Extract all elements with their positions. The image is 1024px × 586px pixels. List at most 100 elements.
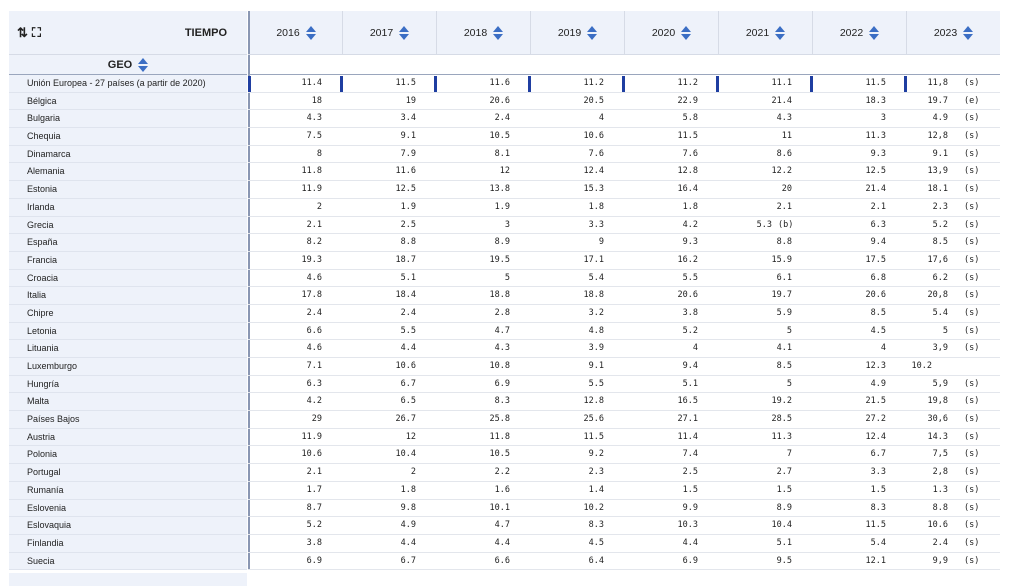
table-cell[interactable]: 17.1 <box>530 252 624 269</box>
table-cell[interactable]: 1.5 <box>624 482 718 499</box>
table-cell[interactable]: 10.2 <box>530 500 624 517</box>
table-cell[interactable]: 9.9 <box>624 500 718 517</box>
year-sort-icon[interactable] <box>493 25 504 40</box>
table-cell[interactable]: 4.7 <box>436 517 530 534</box>
table-cell[interactable]: 10.5 <box>436 446 530 463</box>
year-header-2016[interactable]: 2016 <box>248 11 342 54</box>
geo-row-label[interactable]: Unión Europea - 27 países (a partir de 2… <box>9 75 247 93</box>
table-cell[interactable]: 8.2 <box>248 234 342 251</box>
table-cell[interactable]: 2.2 <box>436 464 530 481</box>
table-cell[interactable]: 8.5 <box>812 305 906 322</box>
table-cell[interactable]: 12.8 <box>530 393 624 410</box>
table-cell[interactable]: 11.1 <box>716 75 812 92</box>
table-cell[interactable]: 9.1 (s) <box>906 146 1000 163</box>
table-cell[interactable]: 4.3 <box>436 340 530 357</box>
table-cell[interactable]: 11.5 <box>810 75 906 92</box>
geo-row-label[interactable]: Francia <box>9 252 247 270</box>
table-cell[interactable]: 9.2 <box>530 446 624 463</box>
geo-row-label[interactable]: Bélgica <box>9 93 247 111</box>
table-cell[interactable]: 9.3 <box>812 146 906 163</box>
table-cell[interactable]: 18.7 <box>342 252 436 269</box>
table-cell[interactable]: 5.5 <box>624 270 718 287</box>
table-cell[interactable]: 1.9 <box>436 199 530 216</box>
table-cell[interactable]: 7.4 <box>624 446 718 463</box>
table-cell[interactable]: 2 <box>342 464 436 481</box>
table-cell[interactable]: 9.5 <box>718 553 812 570</box>
table-cell[interactable]: 6.7 <box>342 376 436 393</box>
table-cell[interactable]: 10.8 <box>436 358 530 375</box>
year-header-2017[interactable]: 2017 <box>342 11 436 54</box>
table-cell[interactable]: 17.5 <box>812 252 906 269</box>
table-cell[interactable]: 6.3 <box>248 375 342 393</box>
table-cell[interactable]: 14.3 (s) <box>906 429 1000 446</box>
sort-arrows-icon[interactable]: ⇅ <box>17 25 28 41</box>
geo-row-label[interactable]: Chequia <box>9 128 247 146</box>
year-header-2020[interactable]: 2020 <box>624 11 718 54</box>
table-cell[interactable]: 16.5 <box>624 393 718 410</box>
table-cell[interactable]: 20.5 <box>530 93 624 110</box>
table-cell[interactable]: 10.6 <box>342 358 436 375</box>
table-cell[interactable]: 4.5 <box>812 323 906 340</box>
table-cell[interactable]: 2.4 <box>342 305 436 322</box>
table-cell[interactable]: 9.4 <box>812 234 906 251</box>
table-cell[interactable]: 6.9 <box>624 553 718 570</box>
year-sort-icon[interactable] <box>399 25 410 40</box>
geo-sort-icon[interactable] <box>138 57 149 72</box>
table-cell[interactable]: 20.6 <box>436 93 530 110</box>
year-header-2022[interactable]: 2022 <box>812 11 906 54</box>
table-cell[interactable]: 6.7 <box>342 553 436 570</box>
table-cell[interactable]: 8.6 <box>718 146 812 163</box>
table-cell[interactable]: 5.9 <box>718 305 812 322</box>
table-cell[interactable]: 1.3 (s) <box>906 482 1000 499</box>
table-cell[interactable]: 12,8 (s) <box>906 128 1000 145</box>
table-cell[interactable]: 4.3 <box>248 110 342 128</box>
table-cell[interactable]: 4 <box>624 340 718 357</box>
table-cell[interactable]: 15.9 <box>718 252 812 269</box>
geo-row-label[interactable]: España <box>9 234 247 252</box>
table-cell[interactable]: 1.5 <box>812 482 906 499</box>
table-cell[interactable]: 3.4 <box>342 110 436 127</box>
table-cell[interactable]: 18.3 <box>812 93 906 110</box>
table-cell[interactable]: 5.5 <box>342 323 436 340</box>
table-cell[interactable]: 13,9 (s) <box>906 163 1000 180</box>
table-cell[interactable]: 8.3 <box>436 393 530 410</box>
table-cell[interactable]: 10.6 <box>248 446 342 464</box>
table-cell[interactable]: 19,8 (s) <box>906 393 1000 410</box>
geo-row-label[interactable]: Suecia <box>9 553 247 571</box>
table-cell[interactable]: 8.3 <box>812 500 906 517</box>
table-cell[interactable]: 10.6 <box>530 128 624 145</box>
expand-icon[interactable]: ⛶ <box>32 25 41 41</box>
table-cell[interactable]: 5.1 <box>718 535 812 552</box>
table-cell[interactable]: 1.5 <box>718 482 812 499</box>
table-cell[interactable]: 21.4 <box>812 181 906 198</box>
table-cell[interactable]: 11.2 <box>528 75 624 92</box>
table-cell[interactable]: 8.3 <box>530 517 624 534</box>
geo-row-label[interactable]: Portugal <box>9 464 247 482</box>
table-cell[interactable]: 11.3 <box>718 429 812 446</box>
year-sort-icon[interactable] <box>869 25 880 40</box>
table-cell[interactable]: 4.9 <box>342 517 436 534</box>
table-cell[interactable]: 1.8 <box>530 199 624 216</box>
table-cell[interactable]: 6.2 (s) <box>906 270 1000 287</box>
table-cell[interactable]: 5.4 (s) <box>906 305 1000 322</box>
table-cell[interactable]: 7.6 <box>624 146 718 163</box>
geo-row-label[interactable]: Luxemburgo <box>9 358 247 376</box>
table-cell[interactable]: 25.8 <box>436 411 530 428</box>
table-cell[interactable]: 1.8 <box>624 199 718 216</box>
table-cell[interactable]: 6.1 <box>718 270 812 287</box>
table-cell[interactable]: 3.8 <box>624 305 718 322</box>
table-cell[interactable]: 3 <box>812 110 906 127</box>
geo-row-label[interactable]: Italia <box>9 287 247 305</box>
table-cell[interactable]: 5.2 (s) <box>906 217 1000 234</box>
table-cell[interactable]: 16.4 <box>624 181 718 198</box>
geo-row-label[interactable]: Hungría <box>9 376 247 394</box>
table-cell[interactable]: 11.3 <box>812 128 906 145</box>
table-cell[interactable]: 6.6 <box>436 553 530 570</box>
table-cell[interactable]: 3.9 <box>530 340 624 357</box>
table-cell[interactable]: 6.6 <box>248 322 342 340</box>
table-cell[interactable]: 13.8 <box>436 181 530 198</box>
table-cell[interactable]: 3 <box>436 217 530 234</box>
table-cell[interactable]: 11.9 <box>248 181 342 198</box>
table-cell[interactable]: 12.5 <box>342 181 436 198</box>
geo-row-label[interactable]: Chipre <box>9 305 247 323</box>
